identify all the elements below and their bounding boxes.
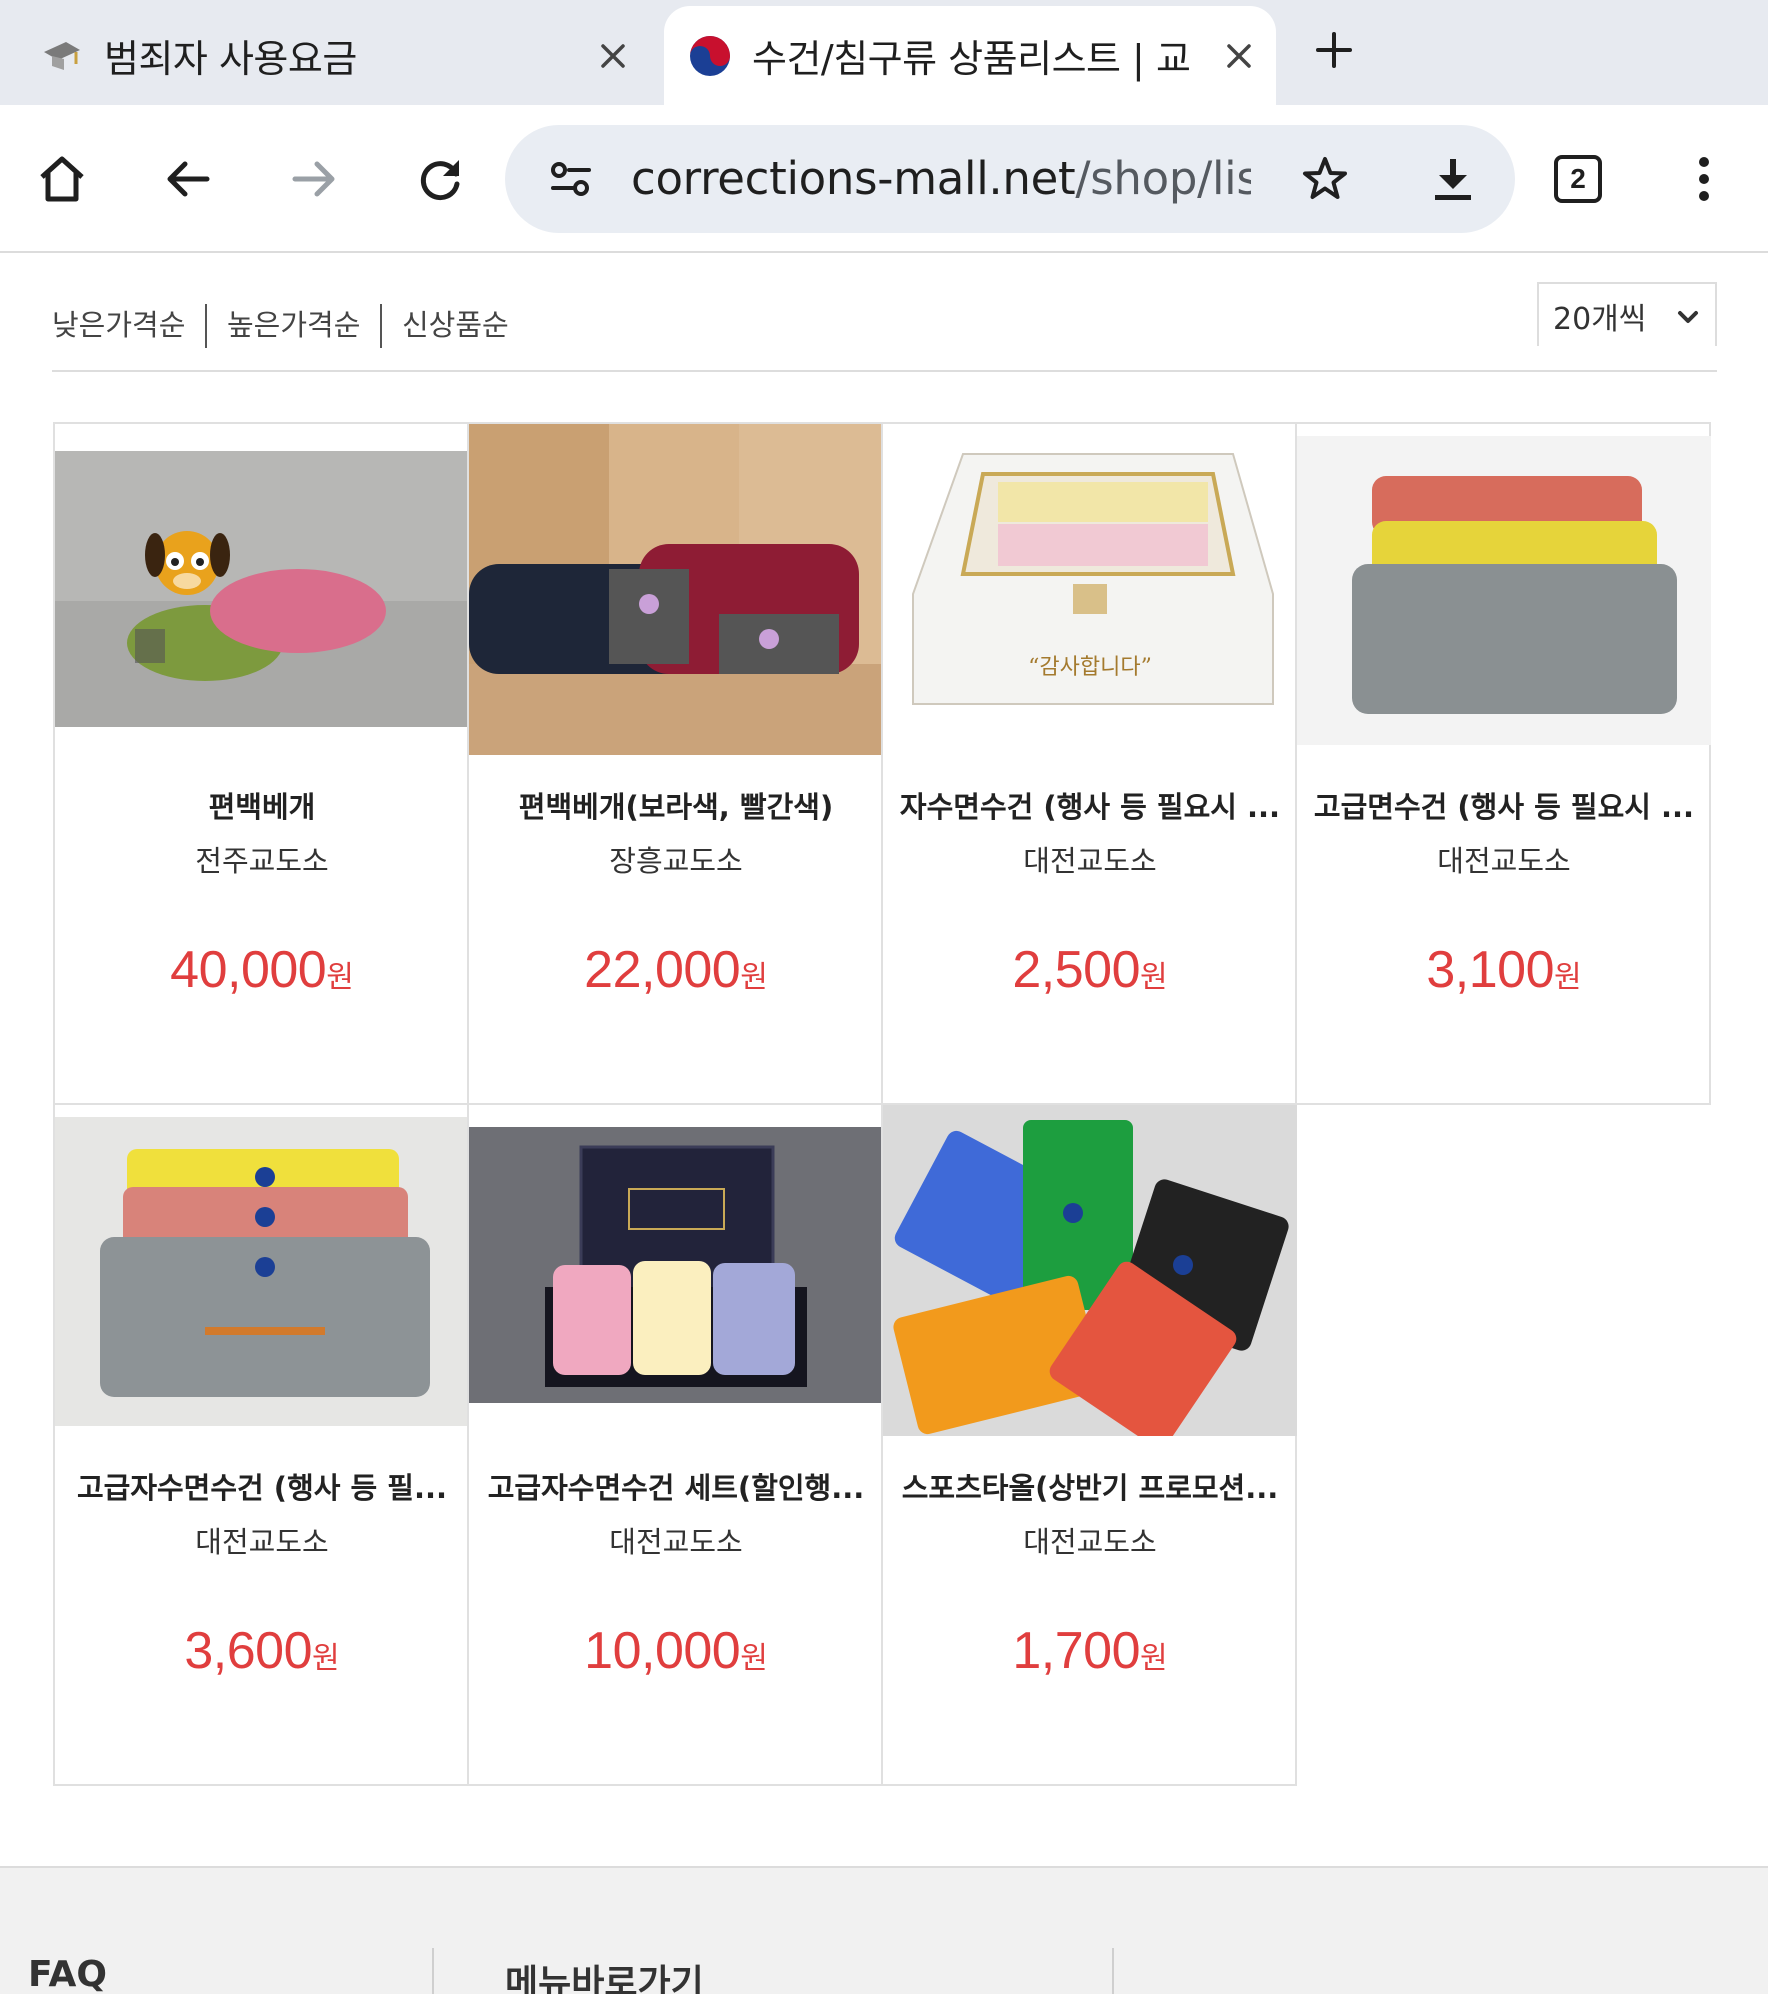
product-name[interactable]: 고급자수면수건 (행사 등 필... [65,1465,459,1507]
product-seller: 대전교도소 [1023,844,1157,878]
close-icon[interactable] [588,31,638,81]
price-value: 10,000 [584,1622,741,1680]
footer-faq[interactable]: FAQ [28,1954,107,1994]
product-card[interactable]: 고급면수건 (행사 등 필요시 ... 대전교도소 3,100원 [1295,422,1711,1105]
tab-inactive[interactable]: 범죄자 사용요금 [40,6,650,105]
download-icon[interactable] [1423,149,1483,209]
product-card[interactable]: “감사합니다” 자수면수건 (행사 등 필요시 ... 대전교도소 2,500원 [881,422,1297,1105]
product-card[interactable]: 고급자수면수건 (행사 등 필... 대전교도소 3,600원 [53,1103,469,1786]
product-price: 3,100원 [1307,940,1701,1000]
product-image[interactable] [469,424,883,755]
url-text[interactable]: corrections-mall.net/shop/lis [631,147,1251,211]
per-page-select[interactable]: 20개씩 [1537,282,1717,346]
product-price: 10,000원 [479,1621,873,1681]
forward-button[interactable] [274,139,354,219]
site-settings-icon[interactable] [541,149,601,209]
price-unit: 원 [1554,960,1582,995]
chevron-down-icon [1675,304,1701,330]
product-seller: 대전교도소 [1023,1525,1157,1559]
price-value: 40,000 [170,941,327,999]
price-unit: 원 [326,960,354,995]
sort-bar: 낮은가격순 높은가격순 신상품순 20개씩 [52,282,1717,372]
product-price: 40,000원 [65,940,459,1000]
footer: FAQ 메뉴바로가기 [0,1866,1768,1994]
product-name[interactable]: 자수면수건 (행사 등 필요시 ... [893,784,1287,826]
product-price: 3,600원 [65,1621,459,1681]
product-seller: 장흥교도소 [609,844,743,878]
new-tab-button[interactable] [1304,20,1364,80]
plus-icon [1316,32,1352,68]
url-path: /shop/lis [1075,152,1251,205]
product-image[interactable] [469,1127,883,1403]
divider [432,1948,434,1994]
sort-newest[interactable]: 신상품순 [402,302,509,348]
price-unit: 원 [312,1641,340,1676]
divider [380,304,382,348]
divider [1112,1948,1114,1994]
price-value: 3,100 [1426,941,1555,999]
url-host: corrections-mall.net [631,152,1076,205]
product-price: 22,000원 [479,940,873,1000]
price-value: 2,500 [1012,941,1141,999]
menu-button[interactable] [1664,139,1744,219]
price-value: 3,600 [184,1622,313,1680]
product-card[interactable]: 편백베개(보라색, 빨간색) 장흥교도소 22,000원 [467,422,883,1105]
price-value: 22,000 [584,941,741,999]
home-button[interactable] [22,139,102,219]
arrow-right-icon [292,161,335,197]
tab-title: 수건/침구류 상품리스트 | 교 [752,37,1191,81]
sort-high-price[interactable]: 높은가격순 [227,302,360,348]
product-price: 2,500원 [893,940,1287,1000]
home-icon [40,156,84,202]
product-grid: 편백베개 전주교도소 40,000원 편백베개(보라색, 빨간색) 장흥교도소 … [53,422,1717,1788]
reload-icon [420,160,460,201]
product-name[interactable]: 고급자수면수건 세트(할인행... [479,1465,873,1507]
graduation-cap-icon [40,34,84,78]
product-image[interactable] [55,1117,469,1426]
tab-switcher-button[interactable]: 2 [1538,139,1618,219]
back-button[interactable] [148,139,228,219]
product-seller: 대전교도소 [195,1525,329,1559]
product-seller: 대전교도소 [1437,844,1571,878]
close-icon[interactable] [1214,31,1264,81]
address-bar[interactable]: corrections-mall.net/shop/lis [505,125,1515,233]
product-name[interactable]: 스포츠타올(상반기 프로모션... [893,1465,1287,1507]
price-value: 1,700 [1012,1622,1141,1680]
price-unit: 원 [1140,1641,1168,1676]
product-image[interactable]: “감사합니다” [883,424,1297,755]
price-unit: 원 [740,1641,768,1676]
product-image[interactable] [1297,436,1711,745]
product-image[interactable] [883,1105,1297,1436]
box-label: “감사합니다” [1028,655,1152,680]
korea-emblem-icon [688,34,732,78]
product-name[interactable]: 고급면수건 (행사 등 필요시 ... [1307,784,1701,826]
browser-toolbar: corrections-mall.net/shop/lis 2 [0,105,1768,253]
product-image[interactable] [55,451,469,727]
per-page-value: 20개씩 [1553,302,1647,337]
bookmark-star-icon[interactable] [1295,149,1355,209]
product-name[interactable]: 편백베개 [65,784,459,826]
arrow-left-icon [167,161,210,197]
price-unit: 원 [740,960,768,995]
product-card[interactable]: 고급자수면수건 세트(할인행... 대전교도소 10,000원 [467,1103,883,1786]
divider [205,304,207,348]
more-vert-icon [1699,157,1709,201]
tab-active[interactable]: 수건/침구류 상품리스트 | 교 [664,6,1276,105]
footer-shortcuts[interactable]: 메뉴바로가기 [505,1954,704,1994]
price-unit: 원 [1140,960,1168,995]
tab-title: 범죄자 사용요금 [104,37,357,81]
sort-low-price[interactable]: 낮은가격순 [52,302,185,348]
tab-count: 2 [1554,155,1602,203]
tab-strip: 범죄자 사용요금 수건/침구류 상품리스트 | 교 [0,0,1768,105]
product-card[interactable]: 스포츠타올(상반기 프로모션... 대전교도소 1,700원 [881,1103,1297,1786]
product-seller: 대전교도소 [609,1525,743,1559]
product-card[interactable]: 편백베개 전주교도소 40,000원 [53,422,469,1105]
product-seller: 전주교도소 [195,844,329,878]
product-name[interactable]: 편백베개(보라색, 빨간색) [479,784,873,826]
reload-button[interactable] [400,139,480,219]
product-price: 1,700원 [893,1621,1287,1681]
